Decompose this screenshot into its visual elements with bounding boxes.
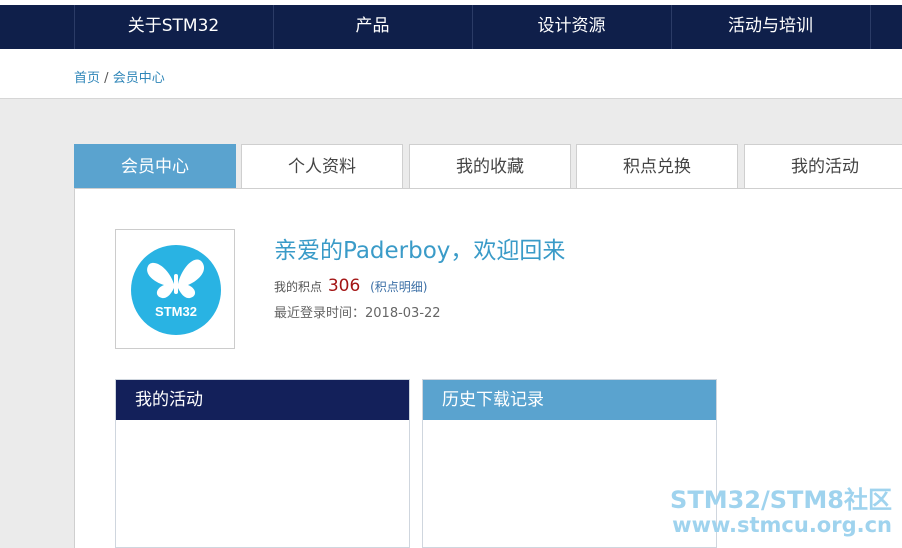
last-login-value: 2018-03-22 <box>365 306 441 321</box>
stm32-butterfly-logo-icon: STM32 <box>131 245 221 335</box>
points-info: 我的积点 306 (积点明细) <box>274 276 428 296</box>
points-value: 306 <box>327 276 361 296</box>
my-activities-header: 我的活动 <box>116 380 409 420</box>
top-navigation: 关于STM32 产品 设计资源 活动与培训 <box>0 0 902 49</box>
tab-my-favorites[interactable]: 我的收藏 <box>409 144 571 189</box>
points-detail-link[interactable]: (积点明细) <box>370 280 427 294</box>
tab-my-activities[interactable]: 我的活动 <box>744 144 902 189</box>
tab-points-exchange[interactable]: 积点兑换 <box>576 144 738 189</box>
my-activities-box: 我的活动 <box>115 379 410 548</box>
points-label: 我的积点 <box>274 280 323 294</box>
breadcrumb-home-link[interactable]: 首页 <box>74 71 100 86</box>
nav-item-products[interactable]: 产品 <box>273 5 472 49</box>
breadcrumb-current-link[interactable]: 会员中心 <box>113 71 165 86</box>
tab-personal-info[interactable]: 个人资料 <box>241 144 403 189</box>
avatar-logo-text: STM32 <box>155 304 197 319</box>
watermark-line-1: STM32/STM8社区 <box>670 486 892 514</box>
nav-item-design-resources[interactable]: 设计资源 <box>472 5 671 49</box>
site-watermark: STM32/STM8社区 www.stmcu.org.cn <box>670 488 892 538</box>
download-history-header: 历史下载记录 <box>423 380 716 420</box>
avatar[interactable]: STM32 <box>115 229 235 349</box>
welcome-message: 亲爱的Paderboy，欢迎回来 <box>274 238 566 264</box>
nav-item-about-stm32[interactable]: 关于STM32 <box>74 5 273 49</box>
watermark-line-2: www.stmcu.org.cn <box>672 513 892 537</box>
nav-separator <box>870 5 871 49</box>
tab-member-center[interactable]: 会员中心 <box>74 144 236 189</box>
breadcrumb-bar: 首页 / 会员中心 <box>0 49 902 99</box>
breadcrumb: 首页 / 会员中心 <box>74 67 165 86</box>
breadcrumb-separator: / <box>104 71 109 86</box>
last-login: 最近登录时间：2018-03-22 <box>274 302 441 321</box>
nav-item-events-training[interactable]: 活动与培训 <box>671 5 870 49</box>
last-login-label: 最近登录时间： <box>274 306 366 321</box>
